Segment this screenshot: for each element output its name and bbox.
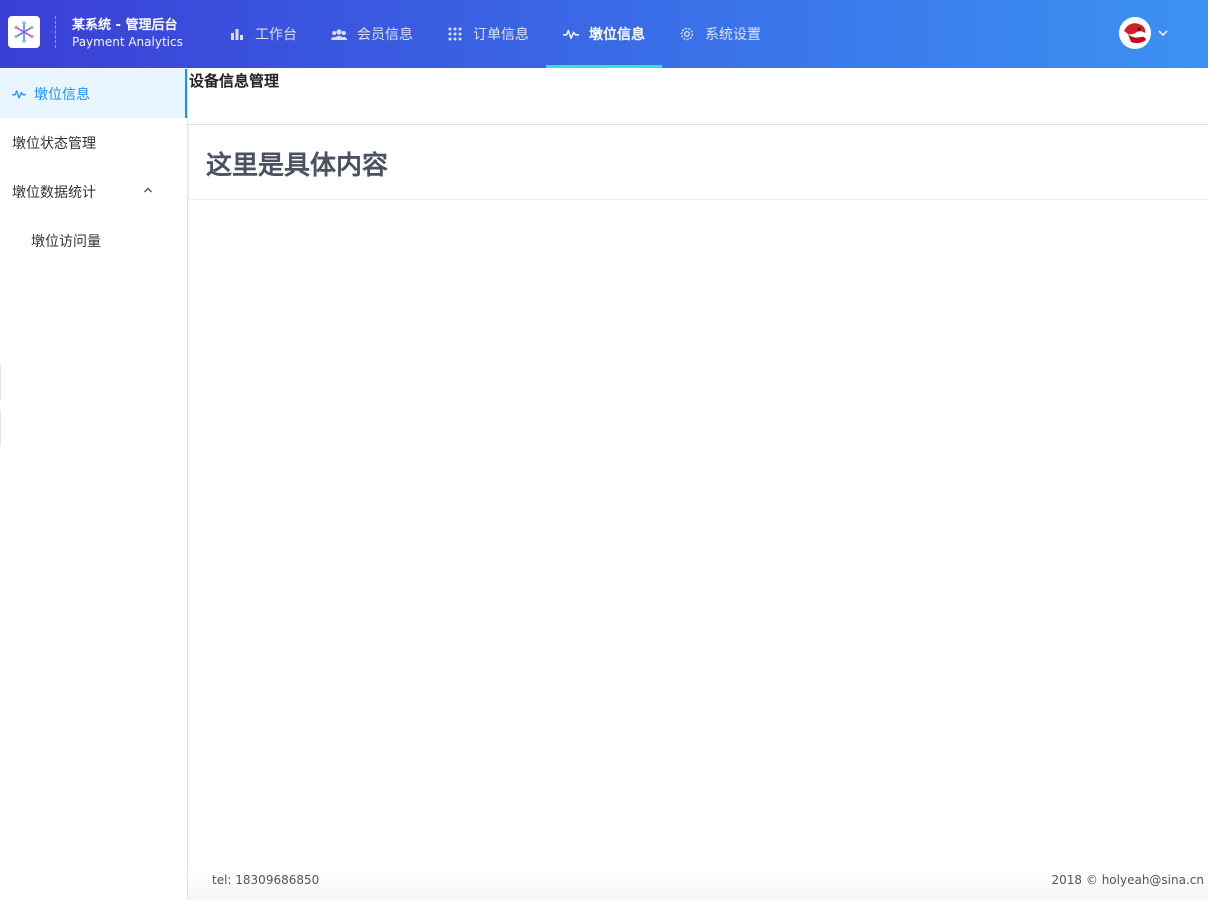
sidebar: 墩位信息 墩位状态管理 墩位数据统计 墩位访问量 [0, 68, 188, 900]
sidebar-item-pier-stats[interactable]: 墩位数据统计 [0, 167, 187, 216]
nav-item-pier-info[interactable]: 墩位信息 [546, 0, 662, 68]
nav-label: 会员信息 [357, 27, 413, 43]
sidebar-item-pier-status[interactable]: 墩位状态管理 [0, 118, 187, 167]
sidebar-edge-mark [0, 410, 2, 446]
sidebar-item-label: 墩位信息 [34, 86, 90, 103]
chevron-down-icon[interactable] [1156, 26, 1170, 40]
gear-icon [679, 26, 695, 42]
sidebar-item-label: 墩位数据统计 [12, 184, 96, 201]
nav-item-settings[interactable]: 系统设置 [662, 0, 778, 68]
nav-label: 工作台 [255, 27, 297, 43]
snowflake-logo-icon [14, 21, 34, 43]
brand-subtitle: Payment Analytics [72, 35, 183, 49]
sidebar-item-label: 墩位状态管理 [12, 135, 96, 152]
content-text: 这里是具体内容 [206, 151, 389, 181]
sidebar-edge-mark [0, 364, 2, 400]
nav-label: 系统设置 [705, 27, 761, 43]
main-content: 设备信息管理 这里是具体内容 tel: 18309686850 2018 © h… [188, 68, 1208, 900]
page-title: 设备信息管理 [189, 72, 280, 90]
nav-label: 订单信息 [473, 27, 529, 43]
pulse-icon [12, 87, 26, 101]
footer-copyright: 2018 © holyeah@sina.cn [1051, 873, 1204, 887]
nav-item-members[interactable]: 会员信息 [314, 0, 430, 68]
chevron-up-icon [144, 187, 152, 193]
users-icon [331, 26, 347, 42]
footer-tel: tel: 18309686850 [212, 873, 320, 887]
avatar[interactable] [1119, 17, 1151, 49]
app-logo[interactable] [8, 16, 40, 48]
nav-label: 墩位信息 [589, 27, 645, 43]
bar-chart-icon [229, 26, 245, 42]
footer: tel: 18309686850 2018 © holyeah@sina.cn [188, 864, 1208, 900]
pulse-icon [563, 26, 579, 42]
grid-icon [447, 26, 463, 42]
nav-item-orders[interactable]: 订单信息 [430, 0, 546, 68]
sidebar-item-pier-info[interactable]: 墩位信息 [0, 69, 187, 118]
nav-item-workbench[interactable]: 工作台 [212, 0, 314, 68]
brand-title: 某系统 - 管理后台 [72, 18, 178, 33]
brand-divider [55, 16, 56, 48]
top-nav: 工作台 会员信息 订单信息 墩位信息 系统设置 [212, 0, 778, 68]
top-header: 某系统 - 管理后台 Payment Analytics 工作台 会员信息 订单 [0, 0, 1208, 68]
sidebar-item-label: 墩位访问量 [31, 233, 101, 250]
sidebar-subitem-pier-visits[interactable]: 墩位访问量 [0, 216, 187, 265]
content-card: 这里是具体内容 [188, 124, 1208, 200]
